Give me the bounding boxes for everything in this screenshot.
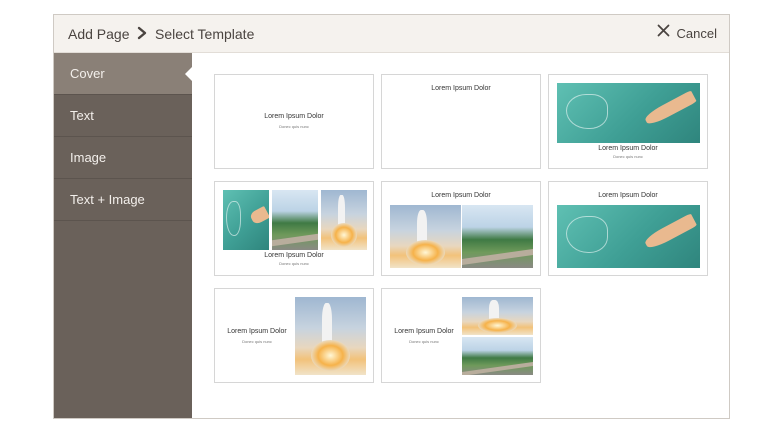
dialog-header: Add Page Select Template Cancel	[54, 15, 729, 53]
template-image-chalkboard	[557, 205, 700, 268]
sidebar-item-text-image[interactable]: Text + Image	[54, 179, 192, 221]
template-title: Lorem Ipsum Dolor	[598, 145, 658, 152]
template-title: Lorem Ipsum Dolor	[227, 328, 287, 335]
template-grid: Lorem Ipsum Dolor Donec quis nunc Lorem …	[192, 53, 729, 418]
sidebar-item-image[interactable]: Image	[54, 137, 192, 179]
close-icon	[657, 24, 670, 42]
template-card-title-image[interactable]: Lorem Ipsum Dolor	[548, 181, 708, 276]
template-card-three-images[interactable]: Lorem Ipsum Dolor Donec quis nunc	[214, 181, 374, 276]
template-card-title-top[interactable]: Lorem Ipsum Dolor	[381, 74, 541, 169]
template-title: Lorem Ipsum Dolor	[598, 192, 658, 199]
chevron-right-icon	[136, 25, 148, 44]
cancel-label: Cancel	[676, 25, 717, 41]
template-image-great-wall	[462, 205, 533, 268]
template-subtitle: Donec quis nunc	[279, 261, 309, 266]
template-card-image-title[interactable]: Lorem Ipsum Dolor Donec quis nunc	[548, 74, 708, 169]
template-title: Lorem Ipsum Dolor	[264, 252, 324, 259]
template-title: Lorem Ipsum Dolor	[431, 85, 491, 92]
template-image-rocket	[390, 205, 461, 268]
template-card-text-left-image-right[interactable]: Lorem Ipsum Dolor Donec quis nunc	[214, 288, 374, 383]
category-sidebar: Cover Text Image Text + Image	[54, 53, 192, 418]
breadcrumb-select-template: Select Template	[155, 26, 255, 42]
template-card-title-center[interactable]: Lorem Ipsum Dolor Donec quis nunc	[214, 74, 374, 169]
cancel-button[interactable]: Cancel	[657, 24, 717, 42]
template-image-rocket	[462, 297, 533, 335]
template-card-title-two-images[interactable]: Lorem Ipsum Dolor	[381, 181, 541, 276]
sidebar-item-text[interactable]: Text	[54, 95, 192, 137]
template-image-chalkboard	[557, 83, 700, 143]
add-page-dialog: Add Page Select Template Cancel Cover Te…	[53, 14, 730, 419]
sidebar-item-cover[interactable]: Cover	[54, 53, 192, 95]
template-image-rocket	[321, 190, 367, 250]
template-image-great-wall	[272, 190, 318, 250]
template-subtitle: Donec quis nunc	[613, 154, 643, 159]
template-image-great-wall	[462, 337, 533, 375]
template-subtitle: Donec quis nunc	[409, 339, 439, 344]
template-title: Lorem Ipsum Dolor	[394, 328, 454, 335]
template-image-rocket	[295, 297, 366, 375]
template-subtitle: Donec quis nunc	[279, 124, 309, 129]
template-title: Lorem Ipsum Dolor	[264, 113, 324, 120]
template-image-chalkboard	[223, 190, 269, 250]
template-subtitle: Donec quis nunc	[242, 339, 272, 344]
template-card-text-left-two-images[interactable]: Lorem Ipsum Dolor Donec quis nunc	[381, 288, 541, 383]
breadcrumb-add-page[interactable]: Add Page	[68, 26, 130, 42]
template-title: Lorem Ipsum Dolor	[431, 192, 491, 199]
